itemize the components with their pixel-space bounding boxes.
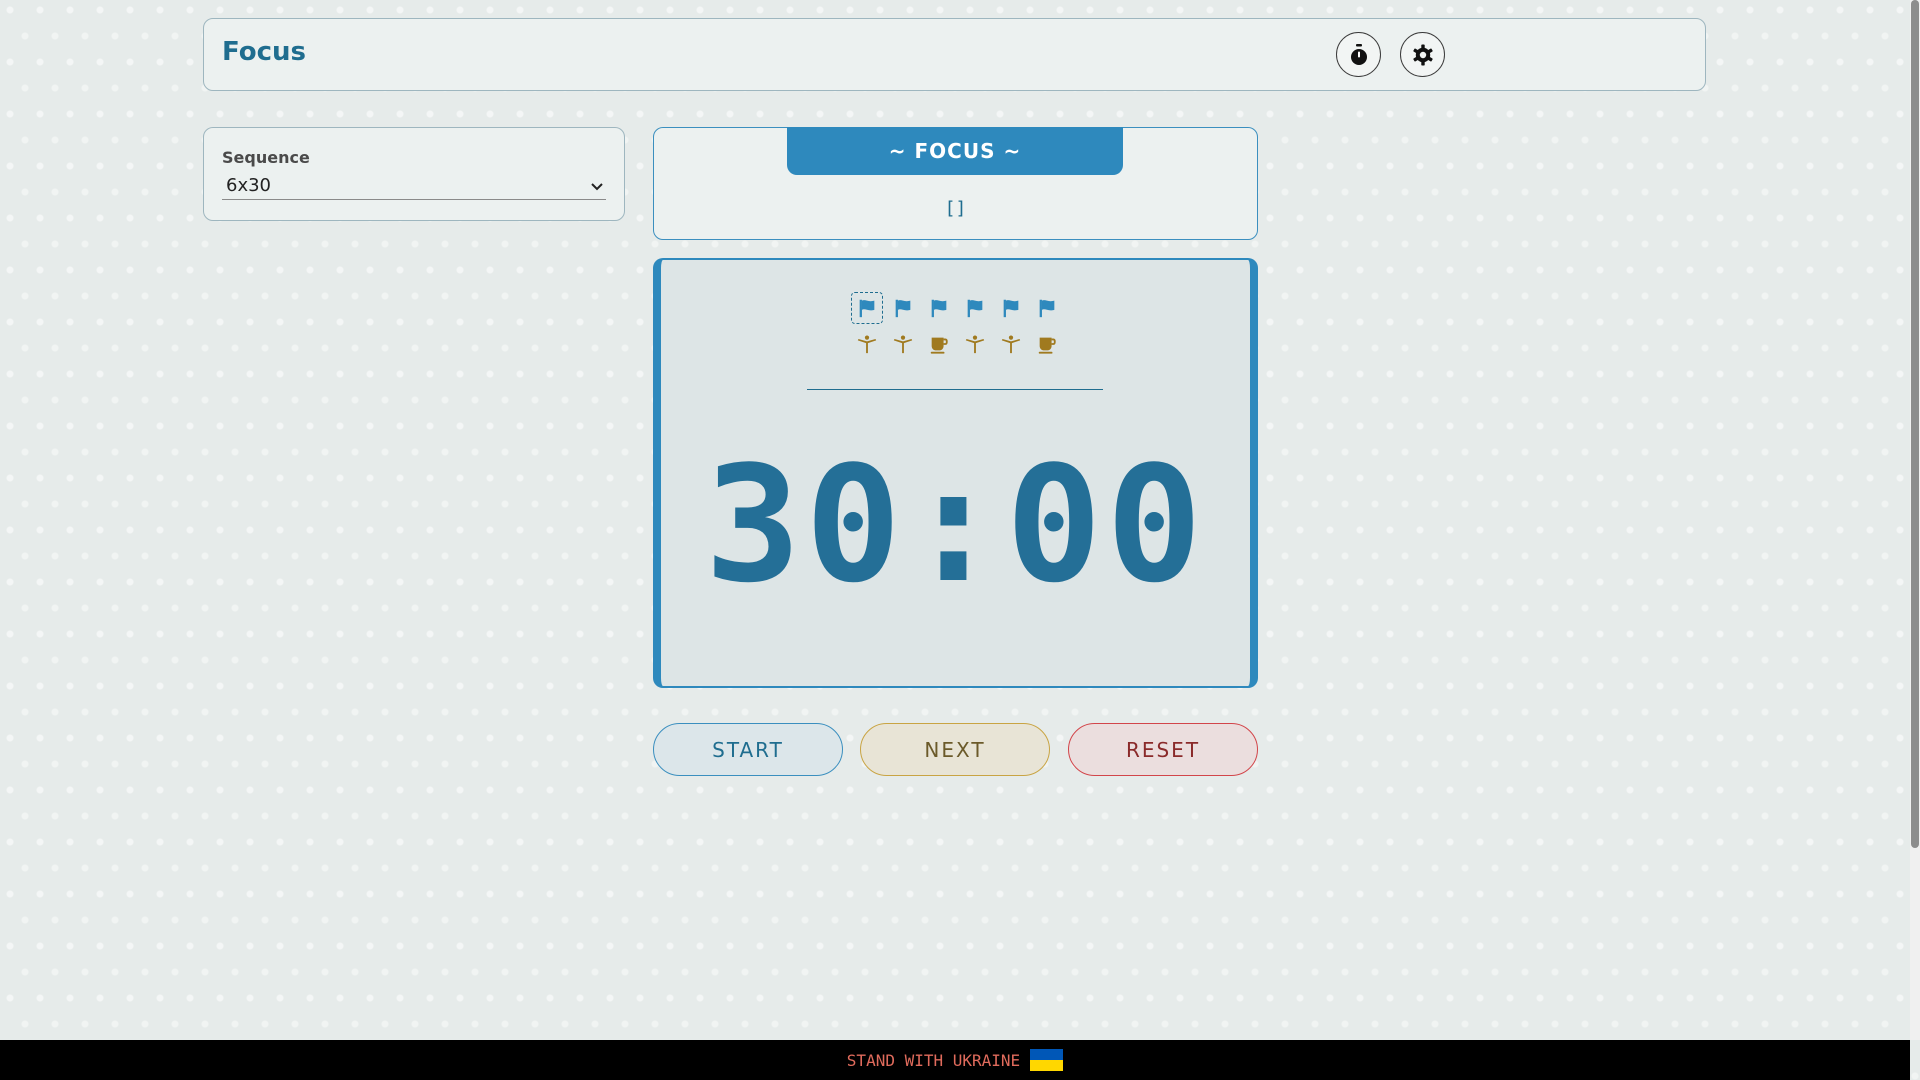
timer-card: 30:00 (653, 258, 1258, 688)
divider (807, 389, 1103, 390)
stretch-icon (887, 328, 919, 360)
app-header: Focus (203, 18, 1706, 91)
stretch-icon (959, 328, 991, 360)
flag-icon (959, 292, 991, 324)
stretch-icon (995, 328, 1027, 360)
mode-card: ~ FOCUS ~ [] (653, 127, 1258, 240)
stretch-icon (851, 328, 883, 360)
timer-display: 30:00 (704, 431, 1207, 618)
next-button[interactable]: NEXT (860, 723, 1050, 776)
ukraine-flag-icon (1030, 1049, 1064, 1071)
sequence-progress (851, 290, 1081, 362)
scrollbar[interactable] (1910, 0, 1920, 1040)
focus-icons-row (851, 290, 1081, 326)
chevron-down-icon (591, 183, 603, 191)
coffee-icon (1031, 328, 1063, 360)
start-button[interactable]: START (653, 723, 843, 776)
sequence-value: 6x30 (226, 175, 272, 196)
app-title: Focus (222, 37, 306, 67)
footer-banner[interactable]: STAND WITH UKRAINE (0, 1040, 1910, 1080)
scrollbar-thumb[interactable] (1911, 0, 1919, 848)
flag-icon (887, 292, 919, 324)
flag-icon (851, 292, 883, 324)
footer-text: STAND WITH UKRAINE (846, 1050, 1021, 1070)
settings-button[interactable] (1400, 32, 1445, 77)
coffee-icon (923, 328, 955, 360)
gear-icon (1412, 44, 1433, 65)
timer-button[interactable] (1336, 32, 1381, 77)
reset-button[interactable]: RESET (1068, 723, 1258, 776)
flag-icon (995, 292, 1027, 324)
flag-icon (923, 292, 955, 324)
mode-banner: ~ FOCUS ~ (787, 127, 1123, 175)
sequence-label: Sequence (222, 148, 310, 167)
task-list: [] (944, 198, 967, 219)
break-icons-row (851, 326, 1081, 362)
sequence-card: Sequence 6x30 (203, 127, 625, 221)
flag-icon (1031, 292, 1063, 324)
sequence-select[interactable]: 6x30 (222, 173, 606, 200)
stopwatch-icon (1350, 43, 1367, 65)
